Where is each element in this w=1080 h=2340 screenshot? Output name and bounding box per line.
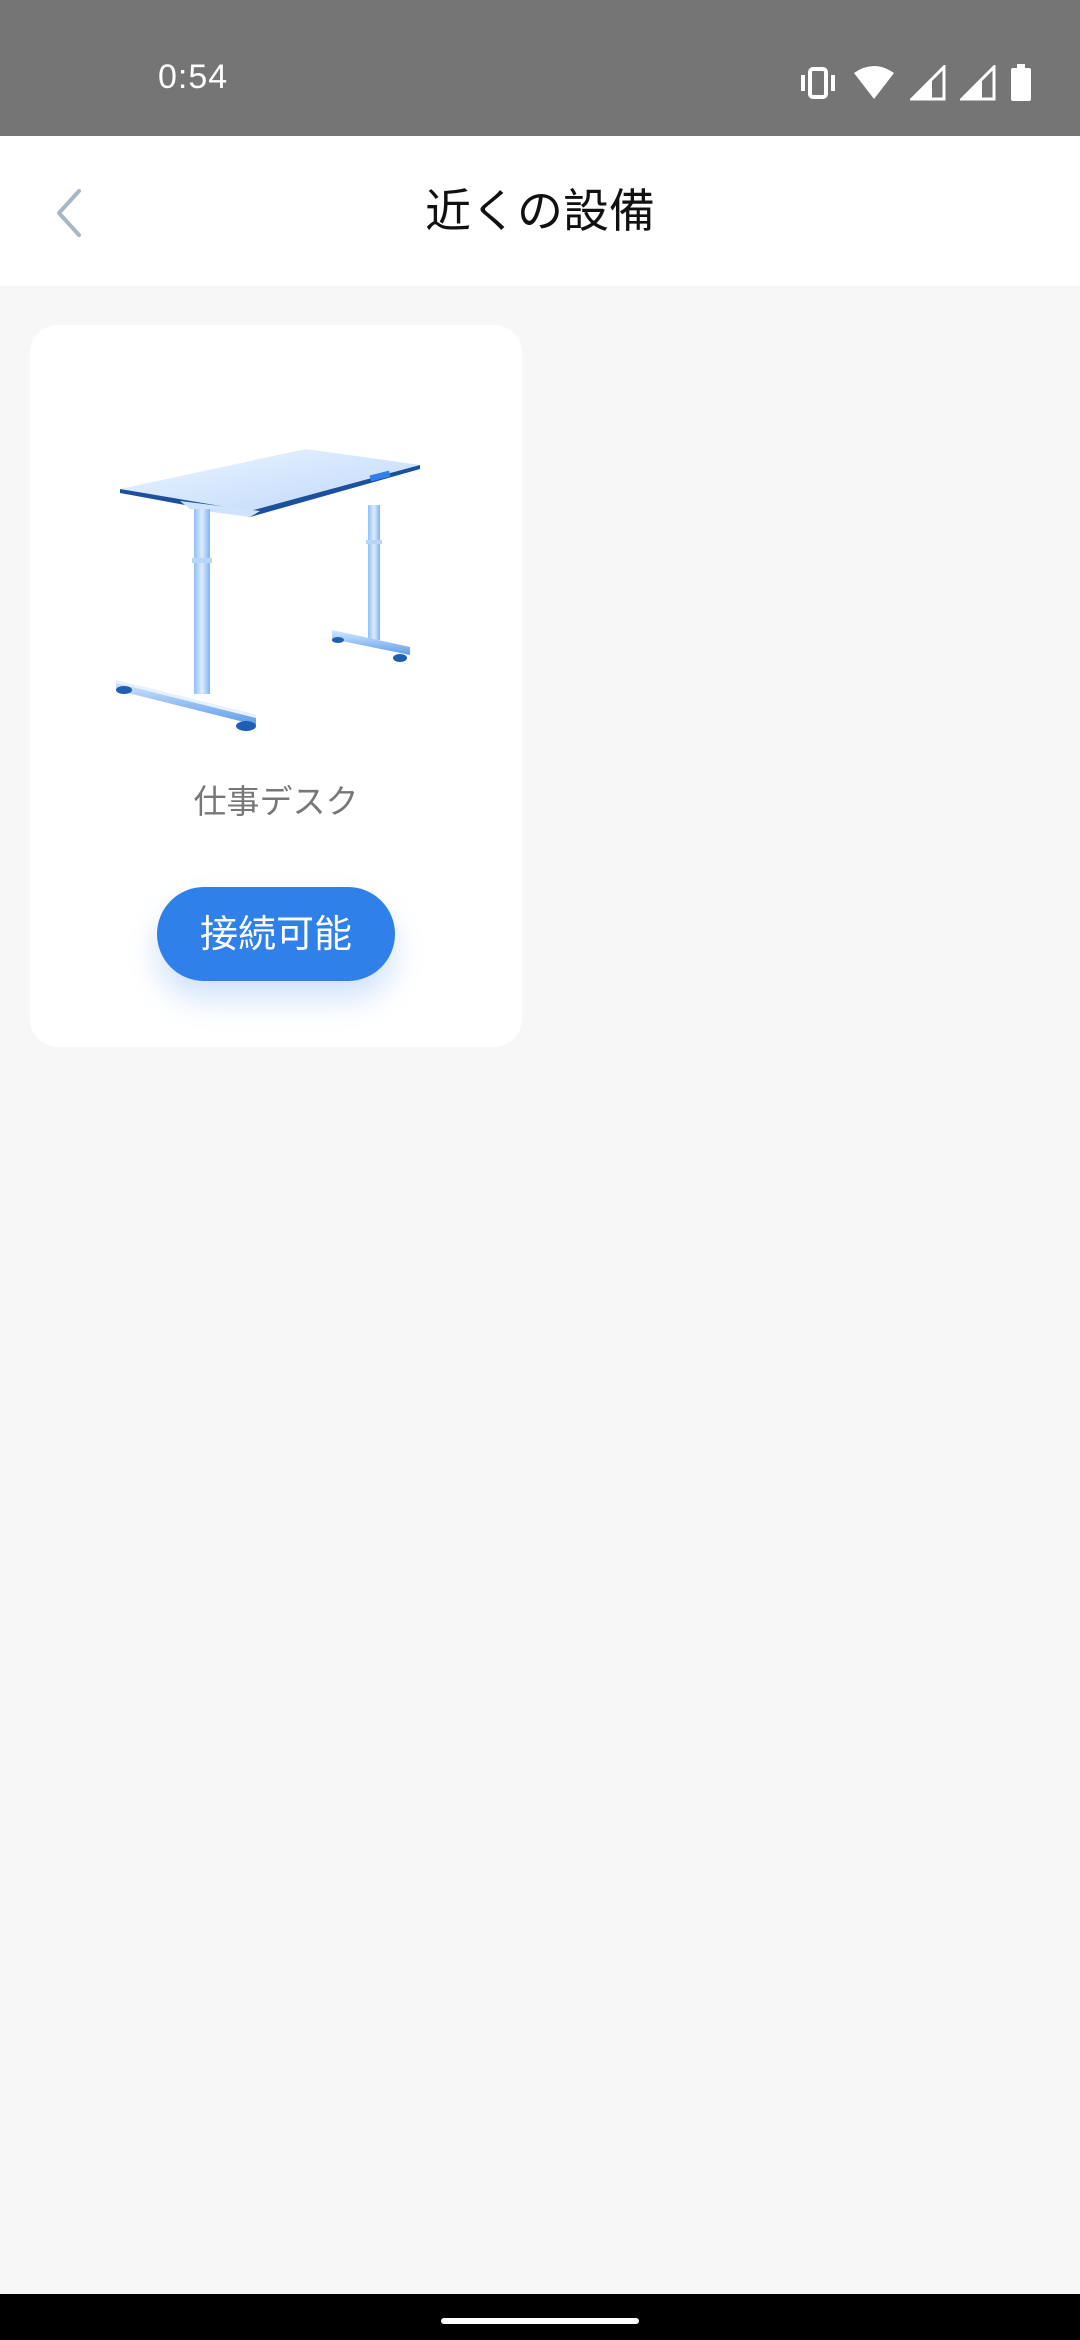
vibrate-icon — [801, 67, 835, 99]
connect-button[interactable]: 接続可能 — [157, 887, 395, 981]
status-time: 0:54 — [158, 58, 229, 96]
standing-desk-image — [116, 449, 420, 731]
home-indicator[interactable] — [441, 2318, 639, 2324]
cell-signal-icon — [960, 65, 996, 101]
device-name: 仕事デスク — [193, 782, 359, 821]
wifi-icon — [854, 66, 894, 99]
back-button[interactable] — [24, 168, 114, 258]
page-title: 近くの設備 — [425, 184, 655, 238]
chevron-left-icon — [57, 189, 81, 237]
battery-icon — [1011, 64, 1031, 101]
status-icons — [798, 60, 1032, 106]
device-card[interactable]: 仕事デスク 接続可能 — [30, 325, 522, 1047]
status-bar: 0:54 — [0, 0, 1080, 136]
cell-signal-icon — [910, 65, 946, 101]
header: 近くの設備 — [0, 136, 1080, 286]
navigation-bar — [0, 2294, 1080, 2340]
